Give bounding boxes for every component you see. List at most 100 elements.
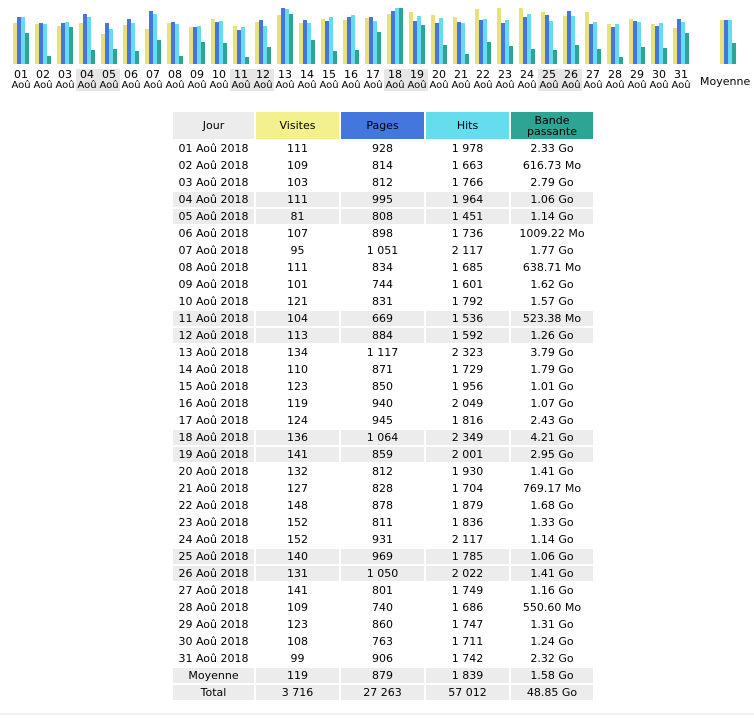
bar-pages [105, 23, 109, 64]
bar-pages [589, 24, 593, 64]
daily-stats-table: Jour Visites Pages Hits Bande passante 01… [171, 110, 595, 702]
cell-visites: 124 [287, 414, 308, 427]
bar-hits [571, 16, 575, 64]
bar-bande [421, 25, 425, 64]
cell-visites: 152 [287, 533, 308, 546]
bar-visites [255, 22, 259, 64]
bar-hits [175, 24, 179, 64]
cell-bande: 2.32 Go [530, 652, 574, 665]
day-number: 14 [300, 68, 314, 81]
day-label: 07 Aoû [142, 69, 164, 91]
bar-visites [13, 23, 17, 64]
cell-jour: 31 Aoû 2018 [178, 652, 249, 665]
day-label: 06 Aoû [120, 69, 142, 91]
cell-pages: 812 [372, 465, 393, 478]
bar-visites [35, 24, 39, 64]
bar-pages [369, 17, 373, 64]
cell-bande: 1.06 Go [511, 192, 593, 207]
bar-hits [549, 21, 553, 64]
header-bande-line2: passante [527, 124, 577, 138]
cell-jour: 15 Aoû 2018 [178, 380, 249, 393]
bar-pages [127, 19, 131, 64]
cell-visites: 104 [256, 311, 339, 326]
cell-jour: Total [173, 685, 254, 700]
bar-visites [145, 29, 149, 64]
bar-bande [179, 56, 183, 64]
day-month: Aoû [121, 80, 141, 91]
bar-bande [597, 49, 601, 64]
table-row: 16 Aoû 2018 119 940 2 049 1.07 Go [173, 396, 593, 411]
bar-bande [355, 50, 359, 64]
day-number: 29 [630, 68, 644, 81]
day-label: 17 Aoû [362, 69, 384, 91]
table-row: 10 Aoû 2018 121 831 1 792 1.57 Go [173, 294, 593, 309]
cell-pages: 871 [372, 363, 393, 376]
bar-visites [277, 15, 281, 64]
bar-pages [391, 11, 395, 64]
day-month: Aoû [517, 80, 537, 91]
cell-visites: 81 [256, 209, 339, 224]
table-row: 25 Aoû 2018 140 969 1 785 1.06 Go [173, 549, 593, 564]
cell-bande: 1.16 Go [530, 584, 574, 597]
bar-bande [47, 56, 51, 64]
day-number: 25 [542, 68, 556, 81]
bar-pages [39, 23, 43, 64]
bar-pages [677, 19, 681, 64]
table-row: 22 Aoû 2018 148 878 1 879 1.68 Go [173, 498, 593, 513]
bar-bande [575, 45, 579, 64]
cell-visites: 141 [256, 447, 339, 462]
table-row: 18 Aoû 2018 136 1 064 2 349 4.21 Go [173, 430, 593, 445]
cell-hits: 2 117 [451, 533, 484, 546]
bar-pages [435, 23, 439, 64]
table-row: 08 Aoû 2018 111 834 1 685 638.71 Mo [173, 260, 593, 275]
bar-pages [215, 22, 219, 64]
cell-visites: 107 [287, 227, 308, 240]
bar-hits [417, 16, 421, 64]
table-row: 27 Aoû 2018 141 801 1 749 1.16 Go [173, 583, 593, 598]
bar-hits [131, 23, 135, 64]
day-label: 03 Aoû [54, 69, 76, 91]
bar-pages [347, 17, 351, 64]
avg-bar-visites [720, 20, 724, 64]
bar-visites [79, 23, 83, 64]
day-month: Aoû [209, 80, 229, 91]
bar-visites [563, 16, 567, 64]
table-row: 24 Aoû 2018 152 931 2 117 1.14 Go [173, 532, 593, 547]
cell-pages: 884 [341, 328, 424, 343]
day-number: 04 [80, 68, 94, 81]
header-bande-passante: Bande passante [511, 112, 593, 139]
bar-bande [311, 40, 315, 64]
day-label: 01 Aoû [10, 69, 32, 91]
bar-visites [189, 27, 193, 64]
cell-bande: 1.14 Go [530, 533, 574, 546]
bar-bande [289, 14, 293, 64]
average-row: Moyenne 119 879 1 839 1.58 Go [173, 668, 593, 683]
cell-bande: 523.38 Mo [511, 311, 593, 326]
cell-bande: 1.33 Go [530, 516, 574, 529]
cell-visites: 3 716 [256, 685, 339, 700]
day-number: 20 [432, 68, 446, 81]
day-month: Aoû [451, 80, 471, 91]
table-row: 13 Aoû 2018 134 1 117 2 323 3.79 Go [173, 345, 593, 360]
bar-bande [443, 45, 447, 64]
bar-bande [663, 48, 667, 64]
bar-visites [409, 12, 413, 64]
cell-visites: 110 [287, 363, 308, 376]
cell-visites: 99 [290, 652, 305, 665]
cell-visites: 95 [290, 244, 305, 257]
day-label: 19 Aoû [406, 69, 428, 91]
bar-pages [457, 22, 461, 64]
cell-hits: 1 785 [426, 549, 509, 564]
day-month: Aoû [231, 80, 251, 91]
bar-visites [497, 8, 501, 64]
cell-pages: 878 [372, 499, 393, 512]
day-label: 22 Aoû [472, 69, 494, 91]
table-row: 12 Aoû 2018 113 884 1 592 1.26 Go [173, 328, 593, 343]
day-label: 13 Aoû [274, 69, 296, 91]
table-row: 31 Aoû 2018 99 906 1 742 2.32 Go [173, 651, 593, 666]
cell-jour: 25 Aoû 2018 [173, 549, 254, 564]
cell-visites: 108 [287, 635, 308, 648]
cell-pages: 834 [372, 261, 393, 274]
day-label: 21 Aoû [450, 69, 472, 91]
bar-visites [541, 12, 545, 64]
